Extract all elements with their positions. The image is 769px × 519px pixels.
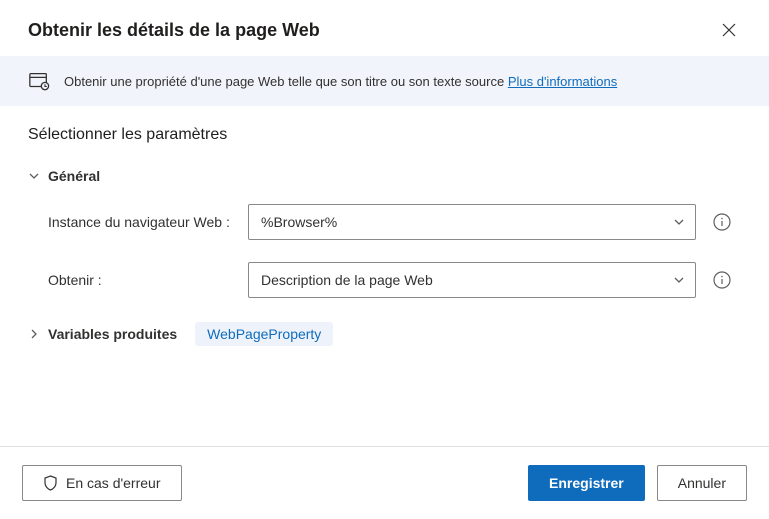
section-title: Sélectionner les paramètres [28, 126, 741, 144]
dialog-title: Obtenir les détails de la page Web [28, 20, 320, 41]
dialog-header: Obtenir les détails de la page Web [0, 0, 769, 56]
save-button[interactable]: Enregistrer [528, 465, 645, 501]
more-info-link[interactable]: Plus d'informations [508, 74, 617, 89]
variable-chip[interactable]: WebPageProperty [195, 322, 333, 346]
info-icon [713, 213, 731, 231]
footer-actions: Enregistrer Annuler [528, 465, 747, 501]
get-label: Obtenir : [48, 272, 248, 288]
on-error-button[interactable]: En cas d'erreur [22, 465, 182, 501]
shield-icon [43, 475, 58, 491]
get-value: Description de la page Web [261, 272, 433, 288]
chevron-right-icon [28, 328, 40, 340]
info-banner: Obtenir une propriété d'une page Web tel… [0, 56, 769, 106]
variables-section-toggle[interactable]: Variables produites WebPageProperty [28, 322, 741, 346]
get-info-button[interactable] [710, 268, 734, 292]
cancel-button[interactable]: Annuler [657, 465, 747, 501]
browser-instance-label: Instance du navigateur Web : [48, 214, 248, 230]
close-icon [722, 23, 736, 37]
web-page-icon [28, 70, 50, 92]
get-row: Obtenir : Description de la page Web [28, 262, 741, 298]
variables-label: Variables produites [48, 326, 177, 342]
banner-text: Obtenir une propriété d'une page Web tel… [64, 74, 617, 89]
dialog-content: Sélectionner les paramètres Général Inst… [0, 106, 769, 446]
general-section-toggle[interactable]: Général [28, 168, 741, 184]
browser-instance-row: Instance du navigateur Web : %Browser% [28, 204, 741, 240]
chevron-down-icon [673, 274, 685, 286]
chevron-down-icon [673, 216, 685, 228]
browser-instance-value: %Browser% [261, 214, 337, 230]
save-label: Enregistrer [549, 475, 624, 491]
chevron-down-icon [28, 170, 40, 182]
browser-instance-info-button[interactable] [710, 210, 734, 234]
banner-desc: Obtenir une propriété d'une page Web tel… [64, 74, 508, 89]
close-button[interactable] [717, 18, 741, 42]
cancel-label: Annuler [678, 475, 726, 491]
get-select[interactable]: Description de la page Web [248, 262, 696, 298]
browser-instance-select[interactable]: %Browser% [248, 204, 696, 240]
info-icon [713, 271, 731, 289]
dialog-footer: En cas d'erreur Enregistrer Annuler [0, 446, 769, 519]
general-label: Général [48, 168, 100, 184]
on-error-label: En cas d'erreur [66, 475, 161, 491]
